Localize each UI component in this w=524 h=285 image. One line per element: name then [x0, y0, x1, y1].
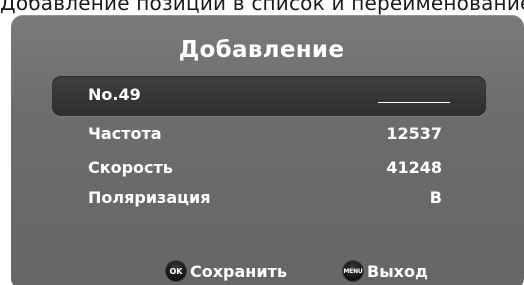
- screen: Добавление позиций в список и переименов…: [0, 0, 524, 285]
- background-page-text: Добавление позиций в список и переименов…: [0, 0, 524, 15]
- dialog-title: Добавление: [178, 37, 345, 63]
- polarization-row[interactable]: Поляризация В: [88, 188, 442, 212]
- symbol-rate-value: 41248: [386, 158, 442, 177]
- exit-label: Выход: [367, 261, 428, 281]
- save-label: Сохранить: [190, 261, 287, 281]
- menu-remote-key-icon: MENU: [343, 261, 363, 281]
- selected-number-row[interactable]: No.49: [52, 76, 486, 116]
- name-input-field[interactable]: [378, 102, 450, 103]
- symbol-rate-label: Скорость: [88, 158, 173, 177]
- frequency-label: Частота: [88, 124, 162, 143]
- polarization-value: В: [429, 188, 442, 207]
- symbol-rate-row[interactable]: Скорость 41248: [88, 158, 442, 182]
- save-button[interactable]: OK Сохранить: [166, 260, 287, 282]
- frequency-value: 12537: [386, 124, 442, 143]
- frequency-row[interactable]: Частота 12537: [88, 124, 442, 148]
- channel-number-label: No.49: [88, 85, 141, 104]
- polarization-label: Поляризация: [88, 188, 211, 207]
- exit-button[interactable]: MENU Выход: [343, 260, 428, 282]
- ok-remote-key-icon: OK: [166, 261, 186, 281]
- add-channel-dialog: Добавление No.49 Частота 12537 Скорость …: [11, 15, 524, 285]
